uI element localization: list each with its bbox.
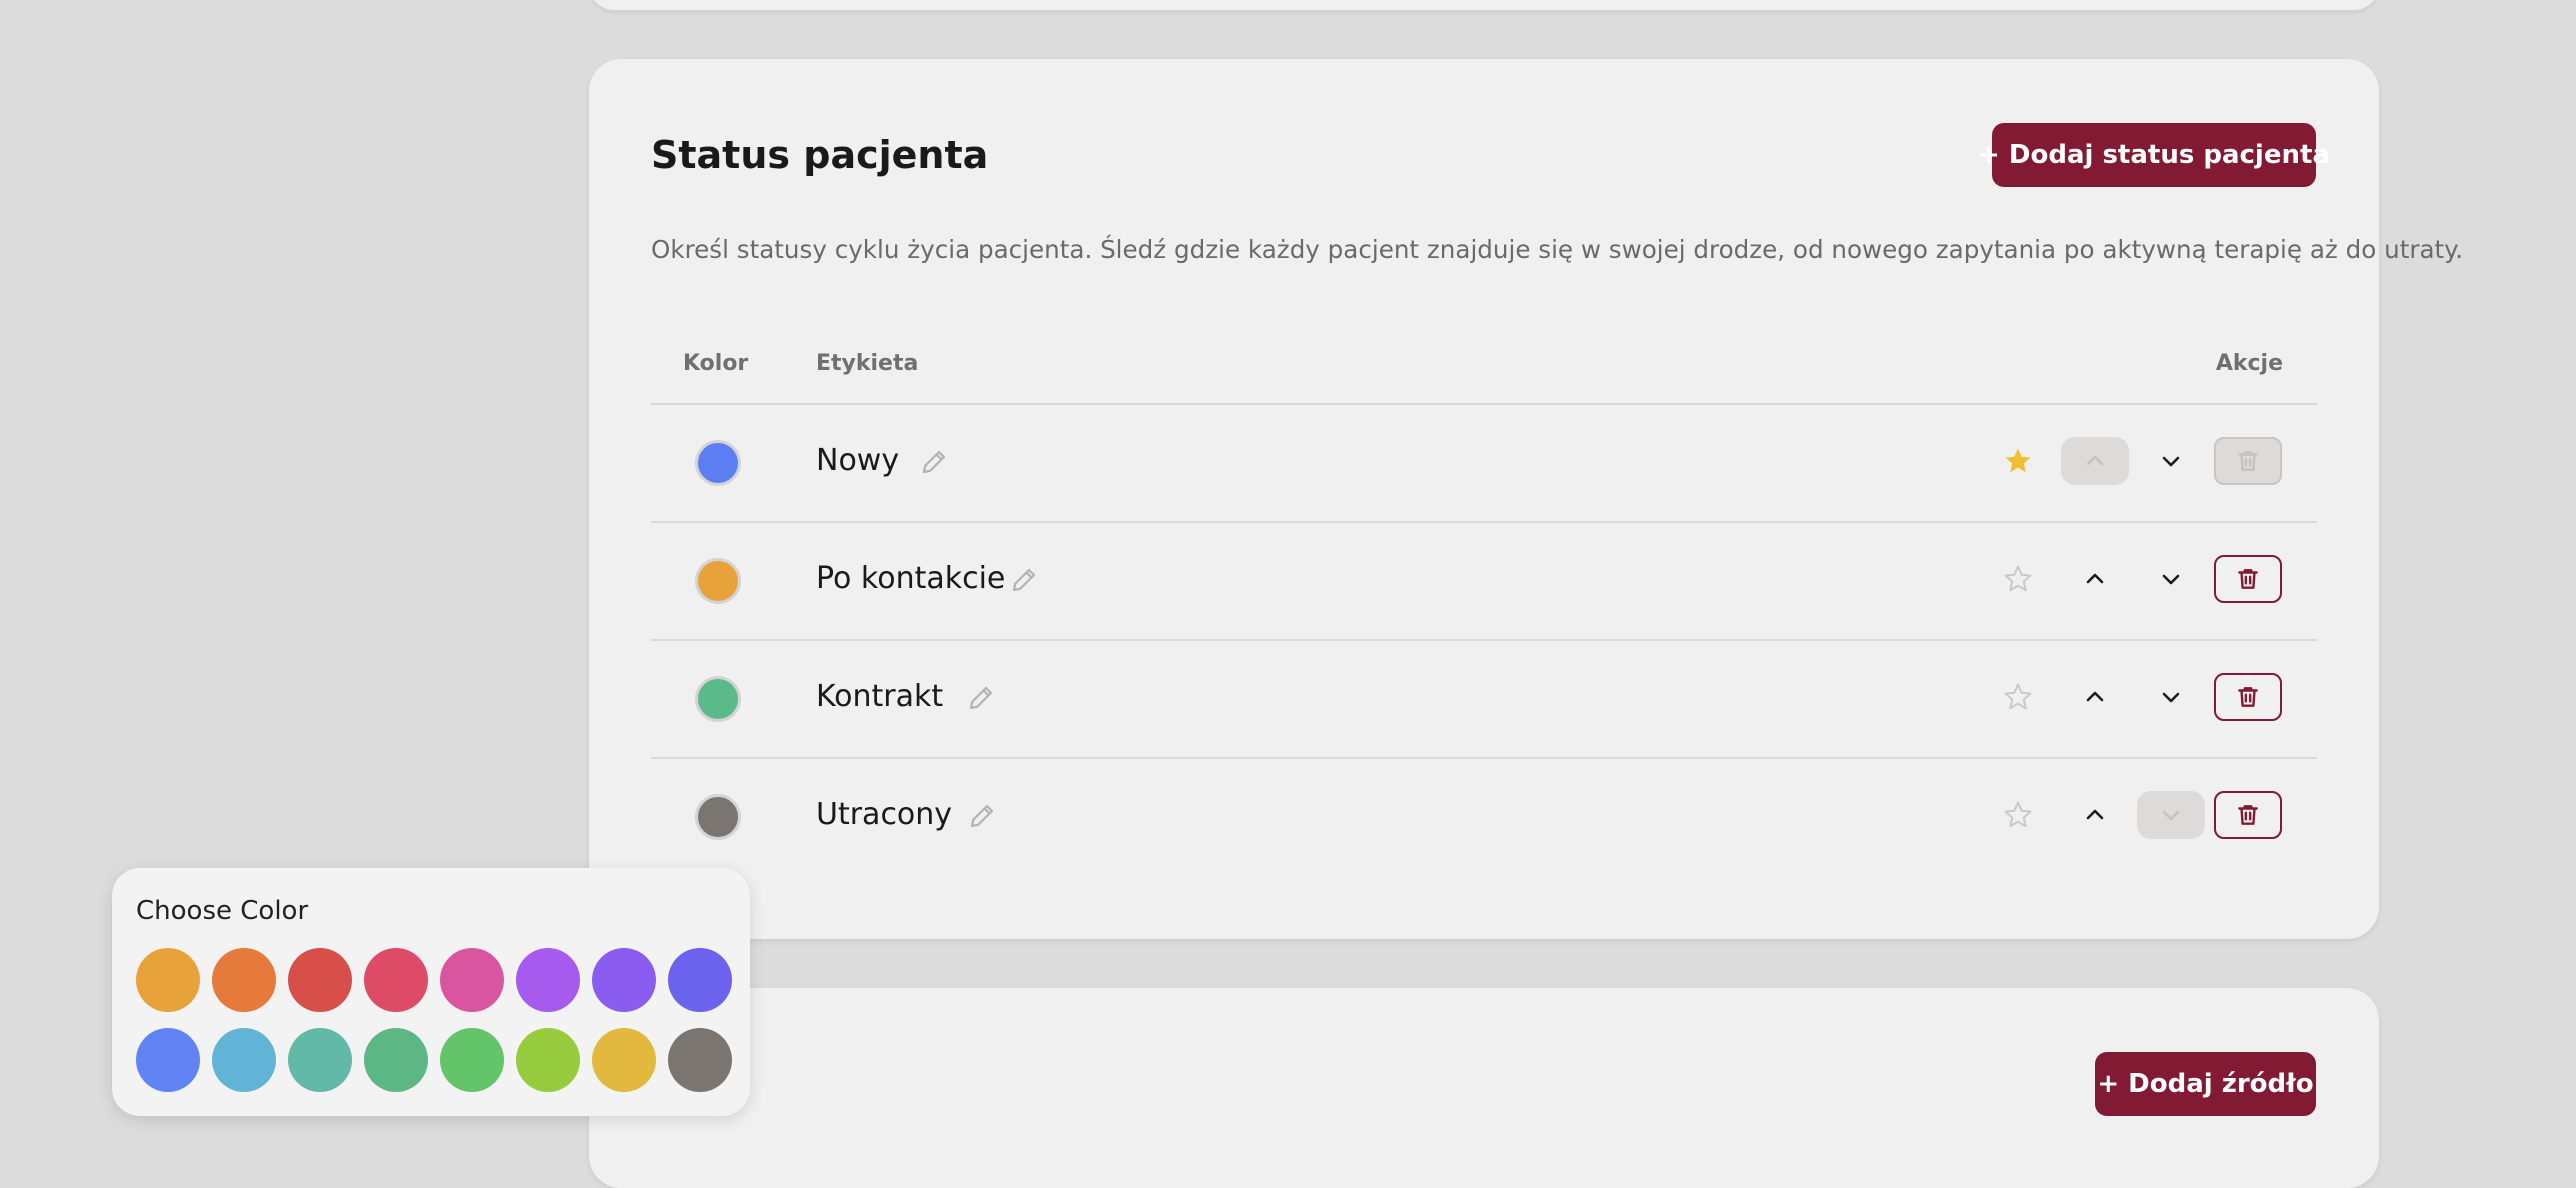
status-label: Nowy	[816, 443, 900, 478]
table-row: Po kontakcie	[651, 523, 2317, 641]
table-row: Nowy	[651, 405, 2317, 523]
color-option[interactable]	[592, 948, 656, 1012]
column-header-label: Etykieta	[816, 351, 919, 376]
delete-button[interactable]	[2214, 791, 2282, 839]
move-up-button[interactable]	[2061, 437, 2129, 485]
color-picker-popover: Choose Color	[112, 868, 750, 1116]
star-icon[interactable]	[2001, 437, 2035, 485]
move-up-button[interactable]	[2061, 555, 2129, 603]
column-header-color: Kolor	[683, 351, 749, 376]
table-row: Kontrakt	[651, 641, 2317, 759]
color-option[interactable]	[364, 1028, 428, 1092]
delete-button[interactable]	[2214, 673, 2282, 721]
color-option[interactable]	[592, 1028, 656, 1092]
move-up-button[interactable]	[2061, 791, 2129, 839]
color-option[interactable]	[288, 948, 352, 1012]
color-option[interactable]	[440, 1028, 504, 1092]
color-option[interactable]	[212, 948, 276, 1012]
star-icon[interactable]	[2001, 555, 2035, 603]
color-option[interactable]	[136, 948, 200, 1012]
color-option[interactable]	[668, 948, 732, 1012]
color-picker-title: Choose Color	[136, 896, 309, 926]
color-option[interactable]	[212, 1028, 276, 1092]
delete-button[interactable]	[2214, 555, 2282, 603]
table-row: Utracony	[651, 759, 2317, 877]
status-color-swatch[interactable]	[695, 558, 741, 604]
move-down-button[interactable]	[2137, 437, 2205, 485]
color-option[interactable]	[136, 1028, 200, 1092]
star-icon[interactable]	[2001, 673, 2035, 721]
status-label: Kontrakt	[816, 679, 944, 714]
color-option[interactable]	[516, 1028, 580, 1092]
status-color-swatch[interactable]	[695, 440, 741, 486]
pencil-icon[interactable]	[1009, 565, 1039, 595]
status-color-swatch[interactable]	[695, 794, 741, 840]
color-option[interactable]	[516, 948, 580, 1012]
color-option[interactable]	[288, 1028, 352, 1092]
column-header-actions: Akcje	[2215, 351, 2283, 376]
section-description: Określ statusy cyklu życia pacjenta. Śle…	[651, 235, 2464, 264]
move-down-button[interactable]	[2137, 673, 2205, 721]
source-section-card: + Dodaj źródło	[589, 988, 2379, 1188]
delete-button[interactable]	[2214, 437, 2282, 485]
status-color-swatch[interactable]	[695, 676, 741, 722]
add-patient-status-button[interactable]: + Dodaj status pacjenta	[1978, 123, 2330, 187]
pencil-icon[interactable]	[967, 801, 997, 831]
move-down-button[interactable]	[2137, 791, 2205, 839]
previous-section-card	[589, 0, 2379, 10]
section-title: Status pacjenta	[651, 133, 989, 177]
color-option[interactable]	[440, 948, 504, 1012]
star-icon[interactable]	[2001, 791, 2035, 839]
color-option[interactable]	[364, 948, 428, 1012]
move-up-button[interactable]	[2061, 673, 2129, 721]
color-option[interactable]	[668, 1028, 732, 1092]
add-source-button[interactable]: + Dodaj źródło	[2095, 1052, 2316, 1116]
status-label: Po kontakcie	[816, 561, 1006, 596]
move-down-button[interactable]	[2137, 555, 2205, 603]
patient-status-card: Status pacjenta + Dodaj status pacjenta …	[589, 59, 2463, 939]
pencil-icon[interactable]	[919, 447, 949, 477]
status-label: Utracony	[816, 797, 953, 832]
pencil-icon[interactable]	[966, 683, 996, 713]
